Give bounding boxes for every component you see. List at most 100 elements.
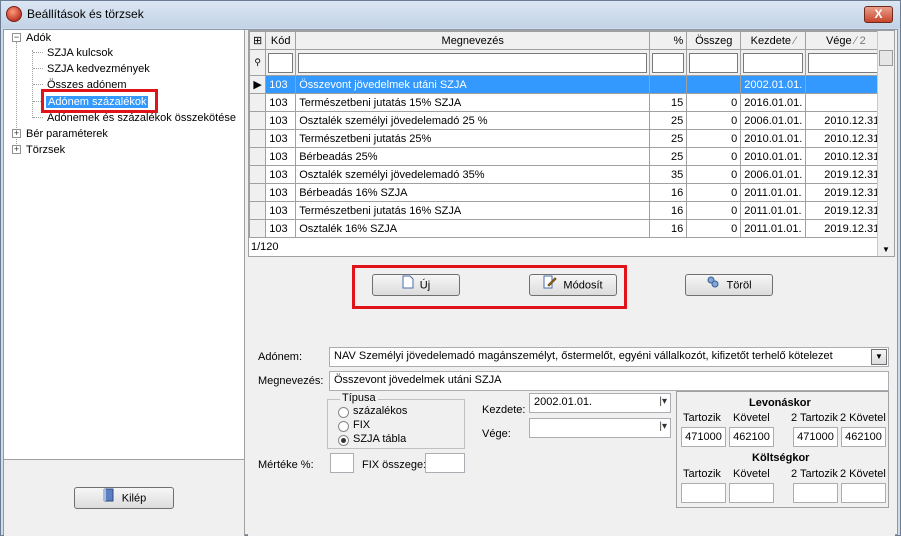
dropdown-arrow-icon[interactable]: ▼ [871,349,887,365]
detail-panel: Új Módosít Töröl Adónem: NAV Személyi jö… [248,258,895,536]
koltsegkor-tartozik2-input[interactable] [793,483,838,503]
koltsegkor-kovetel-input[interactable] [729,483,774,503]
app-icon [6,6,22,22]
levonaskor-kovetel-input[interactable]: 462100 [729,427,774,447]
row-indicator-icon[interactable] [248,165,267,184]
radio-szazalekos[interactable] [338,407,349,418]
table-row[interactable]: 103 Osztalék 16% SZJA 16 0 2011.01.01. 2019.1… [248,219,887,238]
window-title: Beállítások és törzsek [27,7,144,21]
megnevezes-input[interactable]: Összevont jövedelmek utáni SZJA [329,371,889,391]
column-header-pct[interactable]: % [649,31,688,50]
new-button[interactable]: Új [372,274,460,296]
modify-button[interactable]: Módosít [529,274,617,296]
table-row[interactable]: 103 Természetbeni jutatás 16% SZJA 16 0 2011… [248,201,887,220]
tree-item-szja-kedvezmenyek[interactable]: SZJA kedvezmények [47,61,150,77]
vege-date-input[interactable]: |▾ [529,418,671,438]
koltsegkor-tartozik-label: Tartozik [683,468,721,480]
vertical-scrollbar[interactable]: ▼ [877,31,894,256]
cell-megnevezes: Összevont jövedelmek utáni SZJA [295,75,651,94]
table-row[interactable]: 103 Bérbeadás 25% 25 0 2010.01.01. 2010.12.31… [248,147,887,166]
tree-line [33,68,43,69]
column-header-megnevezes[interactable]: Megnevezés [295,31,651,50]
fix-osszege-input[interactable] [425,453,465,473]
cell-osszeg: 0 [686,165,742,184]
filter-input-megnevezes[interactable] [298,52,648,73]
expand-icon[interactable]: + [12,129,21,138]
table-row[interactable]: 103 Természetbeni jutatás 25% 25 0 2010.01.0… [248,129,887,148]
tree-node-ber-parameterek[interactable]: Bér paraméterek [26,126,108,142]
table-row[interactable]: 103 Természetbeni jutatás 15% SZJA 15 0 2016… [248,93,887,112]
cell-osszeg: 0 [686,111,742,130]
cell-pct: 25 [649,111,688,130]
grid-body: ▶ 103 Összevont jövedelmek utáni SZJA 2002.… [248,75,887,238]
data-grid[interactable]: ⊞ Kód Megnevezés % Összeg Kezdete ⁄ Vége… [248,30,895,257]
column-header-vege[interactable]: Vége ⁄ 2 [805,31,887,50]
filter-input-pct[interactable] [652,52,685,73]
levonaskor-kovetel2-input[interactable]: 462100 [841,427,886,447]
tree-node-adok[interactable]: Adók [26,30,51,46]
cell-vege: 2019.12.31. [805,219,887,238]
expand-icon[interactable]: + [12,145,21,154]
koltsegkor-kovetel2-input[interactable] [841,483,886,503]
column-header-kezdete[interactable]: Kezdete ⁄ [740,31,807,50]
row-indicator-icon[interactable] [248,201,267,220]
levonaskor-tartozik-input[interactable]: 471000 [681,427,726,447]
filter-input-kod[interactable] [268,52,294,73]
tree-item-adonemek-osszekotese[interactable]: Adónemek és százalékok összekötése [47,110,236,126]
cell-vege: 2019.12.31. [805,183,887,202]
cell-pct: 25 [649,147,688,166]
levonaskor-tartozik2-input[interactable]: 471000 [793,427,838,447]
row-indicator-icon[interactable] [248,147,267,166]
filter-input-vege[interactable] [808,52,884,73]
tree-node-torzsek[interactable]: Törzsek [26,142,65,158]
column-header-osszeg[interactable]: Összeg [686,31,742,50]
kezdete-date-input[interactable]: 2002.01.01. |▾ [529,393,671,413]
merteke-input[interactable] [330,453,354,473]
title-bar[interactable]: Beállítások és törzsek X [1,1,900,28]
binoculars-icon[interactable]: ⚲ [248,49,267,76]
row-indicator-icon[interactable] [248,111,267,130]
cell-kezdete: 2002.01.01. [740,75,807,94]
tree-item-szja-kulcsok[interactable]: SZJA kulcsok [47,45,113,61]
row-indicator-icon[interactable] [248,183,267,202]
table-row[interactable]: ▶ 103 Összevont jövedelmek utáni SZJA 2002.… [248,75,887,94]
cell-kezdete: 2006.01.01. [740,111,807,130]
exit-button-label: Kilép [121,492,147,505]
table-row[interactable]: 103 Osztalék személyi jövedelemadó 35% 35 0… [248,165,887,184]
column-chooser-icon[interactable]: ⊞ [248,31,267,50]
cell-vege: 2010.12.31. [805,147,887,166]
adonem-select[interactable]: NAV Személyi jövedelemadó magánszemélyt,… [329,347,889,367]
levonaskor-kovetel2-label: 2 Követel [840,412,886,424]
tipusa-label: Típusa [340,392,378,404]
calendar-dropdown-icon[interactable]: |▾ [659,421,667,432]
close-button[interactable]: X [864,6,893,23]
cell-vege [805,93,887,112]
cell-kezdete: 2011.01.01. [740,183,807,202]
adonem-label: Adónem: [258,351,303,363]
calendar-dropdown-icon[interactable]: |▾ [659,396,667,407]
row-indicator-icon[interactable]: ▶ [248,75,267,94]
filter-input-kezdete[interactable] [743,52,804,73]
row-indicator-icon[interactable] [248,219,267,238]
koltsegkor-tartozik-input[interactable] [681,483,726,503]
radio-szja-tabla[interactable] [338,435,349,446]
cell-kod: 103 [265,147,297,166]
radio-fix[interactable] [338,421,349,432]
filter-input-osszeg[interactable] [689,52,739,73]
client-area: − Adók SZJA kulcsok SZJA kedvezmények Ös… [3,29,898,536]
delete-button[interactable]: Töröl [685,274,773,296]
cell-vege: 2010.12.31. [805,129,887,148]
cell-osszeg: 0 [686,129,742,148]
row-indicator-icon[interactable] [248,93,267,112]
collapse-icon[interactable]: − [12,33,21,42]
table-row[interactable]: 103 Osztalék személyi jövedelemadó 25 % 25… [248,111,887,130]
table-row[interactable]: 103 Bérbeadás 16% SZJA 16 0 2011.01.01. 2019.… [248,183,887,202]
exit-button[interactable]: Kilép [74,487,174,509]
scroll-thumb[interactable] [879,50,893,66]
row-indicator-icon[interactable] [248,129,267,148]
scroll-down-icon[interactable]: ▼ [882,245,890,254]
tree-line [33,117,43,118]
sort-order-marker: 2 [859,34,866,47]
cell-megnevezes: Bérbeadás 25% [295,147,651,166]
column-header-kod[interactable]: Kód [265,31,297,50]
